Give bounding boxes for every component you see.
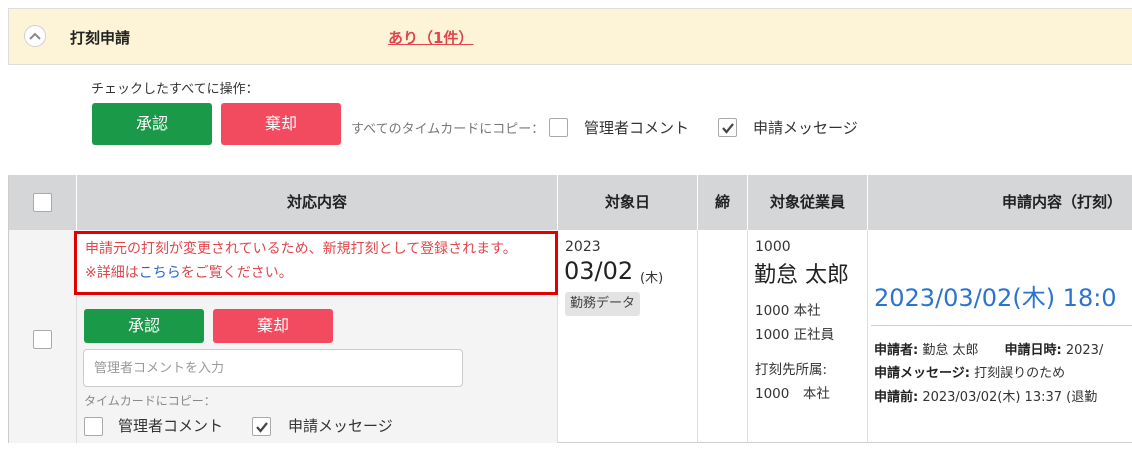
bulk-reject-button[interactable]: 棄却 [221, 103, 341, 145]
bulk-request-message-checkbox[interactable] [718, 118, 737, 137]
row-request-message-checkbox[interactable] [252, 417, 271, 436]
bulk-admin-comment-checkbox[interactable] [549, 118, 568, 137]
request-count-link[interactable]: あり（1件） [388, 27, 473, 48]
request-table: 対応内容 対象日 締 対象従業員 申請内容（打刻） 申請元の打刻が変更されている… [8, 175, 1132, 443]
table-header: 対応内容 対象日 締 対象従業員 申請内容（打刻） [9, 175, 1132, 230]
before-line: 申請前: 2023/03/02(木) 13:37 (退勤 [874, 390, 1098, 405]
details-link[interactable]: こちら [139, 265, 181, 281]
bulk-request-message-label: 申請メッセージ [753, 119, 858, 137]
request-message-line: 申請メッセージ: 打刻誤りのため [874, 366, 1066, 381]
bulk-action-label: チェックしたすべてに操作： [91, 82, 259, 97]
select-all-checkbox[interactable] [33, 193, 52, 212]
applicant-line: 申請者: 勤怠 太郎 申請日時: 2023/ [874, 343, 1104, 358]
target-date: 03/02 [564, 257, 634, 285]
checkmark-icon [722, 123, 734, 134]
bulk-copy-label: すべてのタイムカードにコピー： [351, 122, 545, 137]
chevron-up-icon [29, 32, 41, 40]
row-select-checkbox[interactable] [33, 330, 52, 349]
section-header: 打刻申請 あり（1件） [8, 8, 1132, 65]
row-admin-comment-checkbox[interactable] [84, 417, 103, 436]
header-request-content: 申請内容（打刻） [868, 175, 1132, 230]
row-copy-label: タイムカードにコピー： [84, 394, 216, 408]
target-weekday: (木) [640, 271, 664, 286]
row-request-message-label: 申請メッセージ [288, 417, 393, 435]
punch-affiliation-value: 1000 本社 [755, 386, 830, 402]
warning-text: 申請元の打刻が変更されているため、新規打刻として登録されます。 [85, 241, 517, 257]
header-target-date: 対象日 [558, 175, 698, 230]
header-action: 対応内容 [77, 175, 558, 230]
employee-code: 1000 [755, 239, 791, 255]
target-year: 2023 [565, 239, 601, 255]
section-title: 打刻申請 [70, 29, 131, 47]
header-employee: 対象従業員 [748, 175, 868, 230]
warning-box: 申請元の打刻が変更されているため、新規打刻として登録されます。 ※詳細はこちらを… [74, 231, 558, 295]
work-data-tag: 勤務データ [565, 292, 641, 316]
bulk-approve-button[interactable]: 承認 [92, 103, 212, 145]
admin-comment-input[interactable] [83, 349, 463, 387]
row-approve-button[interactable]: 承認 [84, 309, 204, 343]
row-reject-button[interactable]: 棄却 [213, 309, 333, 343]
collapse-toggle[interactable] [24, 25, 46, 47]
header-select-cell [9, 175, 77, 230]
punch-affiliation-label: 打刻先所属: [755, 362, 828, 378]
employee-department: 1000 本社 [755, 303, 821, 319]
row-admin-comment-label: 管理者コメント [118, 417, 224, 435]
bulk-admin-comment-label: 管理者コメント [584, 119, 690, 137]
header-closing: 締 [698, 175, 748, 230]
request-datetime: 2023/03/02(木) 18:0 [874, 284, 1117, 312]
checkmark-icon [256, 422, 268, 433]
employee-name: 勤怠 太郎 [754, 263, 849, 288]
divider [871, 325, 1132, 326]
warning-detail: ※詳細はこちらをご覧ください。 [85, 265, 293, 281]
employee-type: 1000 正社員 [755, 327, 835, 343]
